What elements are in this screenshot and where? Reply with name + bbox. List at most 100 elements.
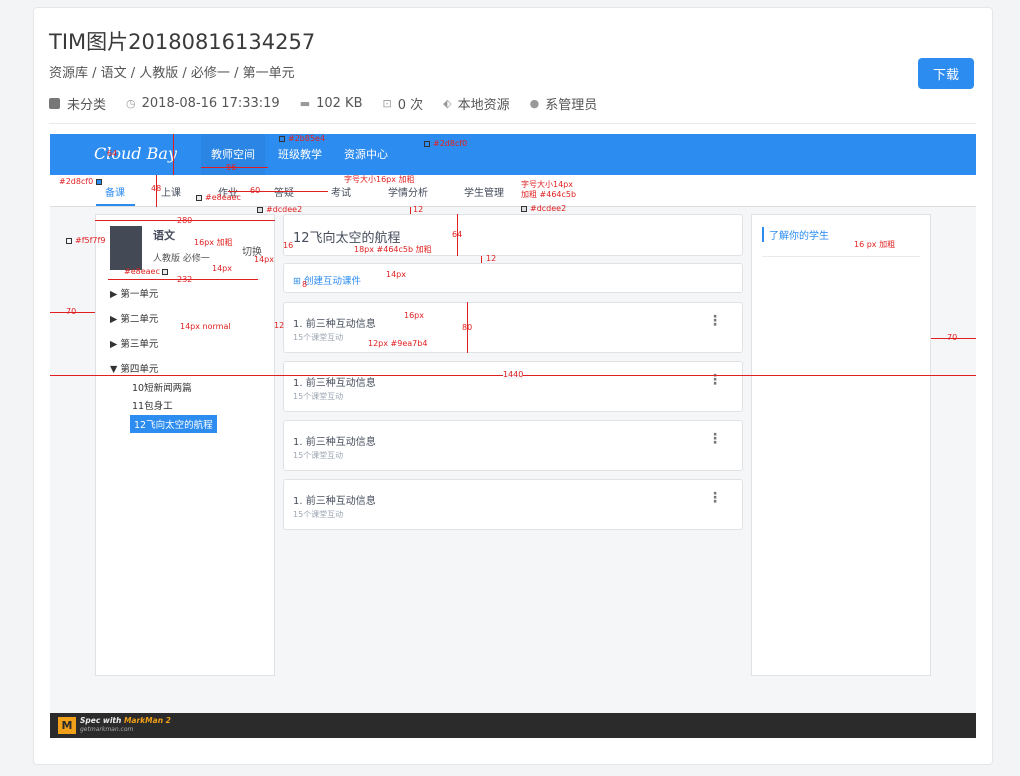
annotation-text: 16px 加粗 — [194, 238, 233, 247]
swatch — [162, 268, 169, 275]
annotation-color: #2d8cf0 — [59, 178, 105, 186]
clock-icon: ◷ — [126, 96, 136, 110]
mock-item-title: 1. 前三种互动信息 — [293, 496, 376, 507]
mock-unit-4: ▼ 第四单元 — [110, 364, 159, 375]
annotation-color: #2d8cf0 — [424, 140, 467, 148]
swatch — [95, 178, 102, 185]
mock-create-text: 创建互动课件 — [303, 276, 361, 287]
mock-item-sub: 15个课堂互动 — [293, 510, 344, 519]
breadcrumb: 资源库 / 语文 / 人教版 / 必修一 / 第一单元 — [49, 66, 295, 81]
mock-edition: 人教版 必修一 — [153, 254, 210, 264]
annotation: 48 — [151, 184, 162, 193]
swatch — [424, 140, 430, 147]
disk-icon: ▬ — [299, 96, 311, 110]
annotation-color: #dcdee2 — [257, 206, 302, 214]
annotation: 12 — [486, 254, 497, 263]
annotation: 12 — [413, 205, 424, 214]
spec-image: Cloud Bay 教师空间 班级教学 资源中心 备课 上课 作业 答疑 考试 … — [50, 134, 976, 738]
annotation: 1440 — [503, 370, 524, 379]
mock-subnav-students: 学生管理 — [464, 188, 504, 199]
mock-subnav-underline — [96, 204, 135, 206]
annotation: 16 — [283, 241, 294, 250]
annotation-color: #e8eaec — [196, 194, 241, 202]
annotation: 232 — [177, 275, 193, 284]
annotation-color-text: #f5f7f9 — [75, 236, 106, 245]
annotation-text: 16 px 加粗 — [854, 240, 896, 249]
markman-logo-icon: M — [58, 717, 76, 734]
annotation-text: 14px normal — [180, 322, 231, 331]
mock-subnav-exam: 考试 — [331, 188, 351, 199]
annotation-color-text: #2b85e4 — [288, 134, 326, 143]
more-icon: ⋮ — [708, 490, 722, 506]
annotation-color-text: #dcdee2 — [530, 204, 567, 213]
mock-lesson-11: 11包身工 — [132, 401, 173, 412]
mock-topbar: Cloud Bay 教师空间 班级教学 资源中心 — [50, 134, 976, 175]
annotation: 70 — [66, 307, 77, 316]
more-icon: ⋮ — [708, 431, 722, 447]
meta-source: ⬖ 本地资源 — [443, 94, 509, 113]
meta-count-text: 0 次 — [397, 97, 424, 113]
mock-subnav-class: 上课 — [161, 188, 181, 199]
measure-line-60 — [228, 191, 328, 192]
page-title: TIM图片20180816134257 — [49, 30, 316, 54]
divider — [49, 123, 976, 124]
mock-item-sub: 15个课堂互动 — [293, 451, 344, 460]
mock-item-sub: 15个课堂互动 — [293, 333, 344, 342]
annotation-text: 16px — [404, 311, 424, 320]
mock-right-panel: 了解你的学生 — [751, 214, 931, 676]
mock-item-title: 1. 前三种互动信息 — [293, 319, 376, 330]
annotation: 96 — [226, 163, 237, 172]
annotation-color: #2b85e4 — [279, 135, 325, 143]
annotation-color: #e8eaec — [124, 268, 171, 276]
mock-unit-2: ▶ 第二单元 — [110, 314, 159, 325]
annotation: 64 — [452, 230, 463, 239]
annotation: 80 — [462, 323, 473, 332]
annotation-text: 字号大小14px — [521, 180, 573, 189]
annotation-color: #dcdee2 — [521, 205, 566, 213]
meta-category-text: 未分类 — [67, 97, 107, 113]
meta-source-text: 本地资源 — [457, 97, 510, 113]
annotation-text: 14px — [212, 264, 232, 273]
annotation-text: 14px — [254, 255, 274, 264]
mock-main-title: 12飞向太空的航程 — [293, 231, 401, 246]
swatch — [257, 206, 263, 213]
annotation: 8 — [302, 280, 308, 289]
mock-subject: 语文 — [153, 229, 175, 242]
meta-datetime: ◷ 2018-08-16 17:33:19 — [126, 96, 280, 111]
mock-lesson-10: 10短新闻两篇 — [132, 383, 192, 394]
annotation: 60 — [250, 186, 261, 195]
annotation-color-text: #2d8cf0 — [433, 139, 468, 148]
mock-right-title: 了解你的学生 — [762, 227, 829, 242]
user-icon: ● — [529, 96, 540, 110]
annotation-text: 字号大小16px 加粗 — [344, 175, 415, 184]
swatch — [66, 237, 72, 244]
mock-unit-3: ▶ 第三单元 — [110, 339, 159, 350]
download-button[interactable]: 下载 — [918, 58, 974, 89]
mock-item-title: 1. 前三种互动信息 — [293, 437, 376, 448]
tag-icon: ⬖ — [443, 96, 452, 110]
annotation: 64 — [107, 149, 118, 158]
annotation-color: #f5f7f9 — [66, 237, 105, 245]
download-count-icon: ⊡ — [382, 96, 392, 110]
meta-count: ⊡ 0 次 — [383, 94, 424, 113]
annotation-color-text: #e8eaec — [205, 193, 241, 202]
mock-nav-resource: 资源中心 — [344, 148, 388, 161]
more-icon: ⋮ — [708, 313, 722, 329]
mock-interaction-card: 1. 前三种互动信息 15个课堂互动 ⋮ — [283, 302, 743, 353]
annotation-color-text: #2d8cf0 — [59, 177, 94, 186]
cube-icon — [49, 97, 60, 109]
measure-line-64-nav — [173, 134, 174, 175]
mock-right-divider — [762, 256, 920, 257]
meta-datetime-text: 2018-08-16 17:33:19 — [141, 95, 280, 111]
annotation-text: 18px #464c5b 加粗 — [354, 245, 432, 254]
mock-subbar: 备课 上课 作业 答疑 考试 学情分析 学生管理 — [50, 175, 976, 207]
markman-brand: Spec with MarkMan 2 — [80, 716, 171, 725]
annotation: 70 — [947, 333, 958, 342]
mock-interaction-card: 1. 前三种互动信息 15个课堂互动 ⋮ — [283, 420, 743, 471]
swatch — [279, 135, 285, 142]
mock-unit-1: ▶ 第一单元 — [110, 289, 159, 300]
annotation-color-text: #dcdee2 — [266, 205, 303, 214]
mock-subnav-prep: 备课 — [105, 188, 125, 199]
markman-url: getmarkman.com — [80, 726, 134, 733]
annotation-text: 加粗 #464c5b — [521, 190, 577, 199]
